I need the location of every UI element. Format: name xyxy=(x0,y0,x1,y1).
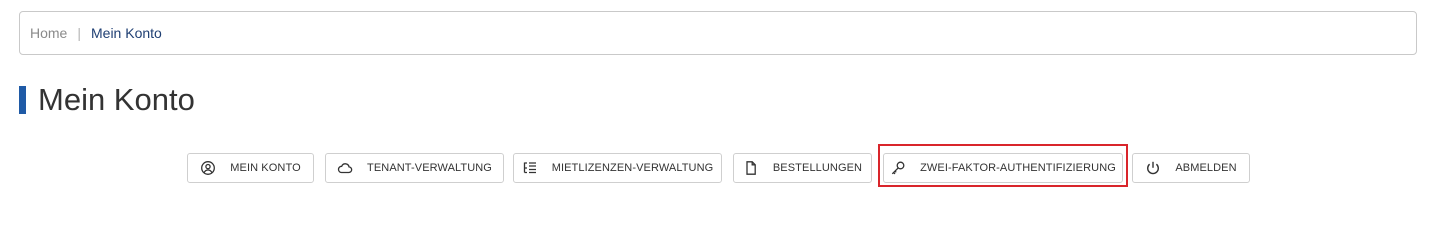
breadcrumb-home-link[interactable]: Home xyxy=(30,25,67,41)
tab-tenant-verwaltung[interactable]: TENANT-VERWALTUNG xyxy=(325,153,504,183)
tab-label: MIETLIZENZEN-VERWALTUNG xyxy=(551,162,714,174)
tab-label: BESTELLUNGEN xyxy=(772,162,863,174)
title-accent-bar xyxy=(19,86,26,114)
list-tree-icon xyxy=(522,160,538,176)
tab-abmelden[interactable]: ABMELDEN xyxy=(1132,153,1250,183)
tab-label: ABMELDEN xyxy=(1175,162,1237,174)
tab-label: MEIN KONTO xyxy=(230,162,301,174)
key-icon xyxy=(890,160,906,176)
tab-label: ZWEI-FAKTOR-AUTHENTIFIZIERUNG xyxy=(920,162,1116,174)
tab-bestellungen[interactable]: BESTELLUNGEN xyxy=(733,153,872,183)
page-title: Mein Konto xyxy=(38,82,195,117)
tab-zwei-faktor-authentifizierung[interactable]: ZWEI-FAKTOR-AUTHENTIFIZIERUNG xyxy=(883,153,1123,183)
breadcrumb: Home | Mein Konto xyxy=(19,11,1417,55)
account-tabs: MEIN KONTO TENANT-VERWALTUNG MIETLIZENZE… xyxy=(0,153,1431,183)
tab-mein-konto[interactable]: MEIN KONTO xyxy=(187,153,314,183)
page-header: Mein Konto xyxy=(19,82,195,118)
tab-mietlizenzen-verwaltung[interactable]: MIETLIZENZEN-VERWALTUNG xyxy=(513,153,722,183)
user-circle-icon xyxy=(200,160,216,176)
breadcrumb-current: Mein Konto xyxy=(91,25,162,41)
tab-label: TENANT-VERWALTUNG xyxy=(367,162,492,174)
document-icon xyxy=(743,160,759,176)
power-icon xyxy=(1145,160,1161,176)
cloud-icon xyxy=(337,160,353,176)
breadcrumb-separator: | xyxy=(77,25,81,41)
